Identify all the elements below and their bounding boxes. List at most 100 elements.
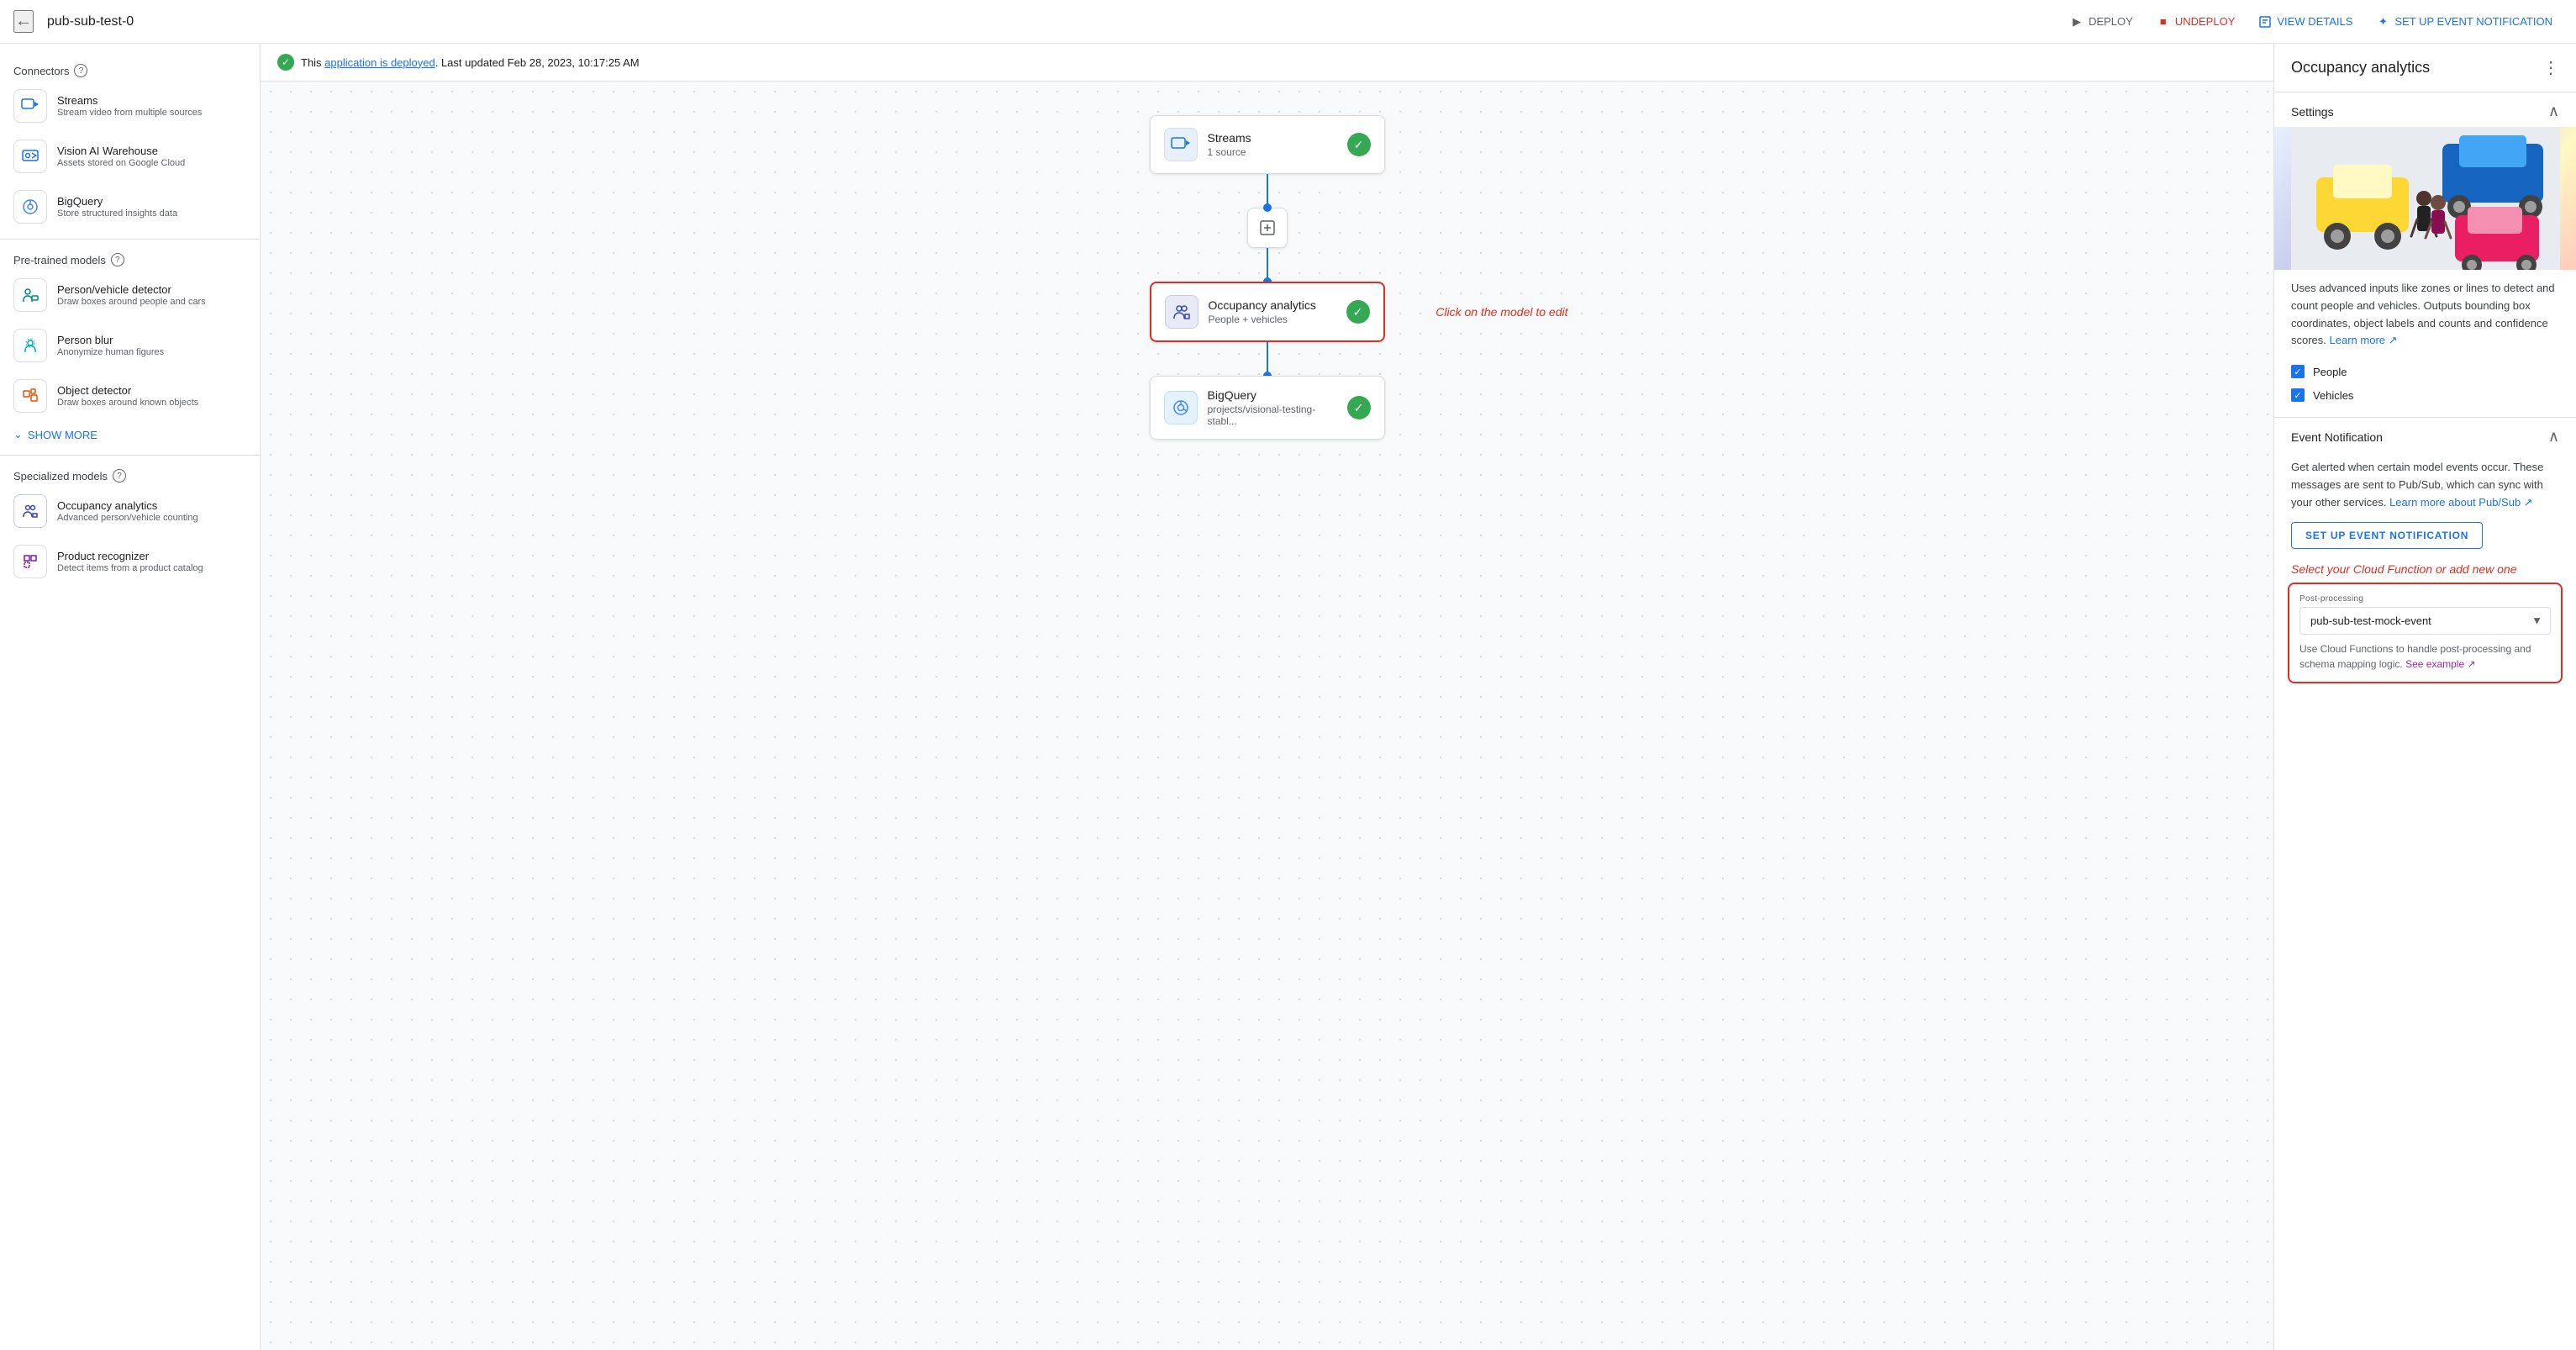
topbar: ← pub-sub-test-0 ▶ DEPLOY ■ UNDEPLOY VIE… — [0, 0, 2576, 44]
pubsub-learn-more-link[interactable]: Learn more about Pub/Sub ↗ — [2389, 496, 2533, 509]
settings-toggle-icon[interactable]: ∧ — [2548, 103, 2559, 120]
vehicles-check-icon: ✓ — [2294, 390, 2301, 401]
back-button[interactable]: ← — [13, 10, 34, 33]
people-label: People — [2313, 366, 2347, 378]
flow-middle-node[interactable] — [1247, 208, 1288, 248]
event-toggle-icon[interactable]: ∧ — [2548, 428, 2559, 446]
person-vehicle-text: Person/vehicle detector Draw boxes aroun… — [57, 283, 206, 307]
flow-bigquery-text: BigQuery projects/visional-testing-stabl… — [1208, 388, 1337, 427]
object-detector-text: Object detector Draw boxes around known … — [57, 384, 198, 408]
product-recognizer-icon — [13, 545, 47, 578]
flow-occupancy-text: Occupancy analytics People + vehicles — [1209, 298, 1336, 325]
see-example-link[interactable]: See example ↗ — [2405, 658, 2475, 670]
deploy-icon: ▶ — [2070, 15, 2083, 29]
sidebar-item-object-detector[interactable]: Object detector Draw boxes around known … — [0, 371, 260, 421]
flow-bigquery-check: ✓ — [1347, 396, 1371, 419]
application-deployed-link[interactable]: application is deployed — [324, 56, 435, 69]
right-panel-menu-icon[interactable]: ⋮ — [2542, 57, 2559, 78]
page-title: pub-sub-test-0 — [47, 14, 134, 29]
undeploy-button[interactable]: ■ UNDEPLOY — [2147, 10, 2246, 34]
flow-streams-check: ✓ — [1347, 133, 1371, 156]
vehicles-checkbox[interactable]: ✓ — [2291, 388, 2305, 402]
learn-more-link[interactable]: Learn more ↗ — [2330, 334, 2398, 346]
settings-label: Settings — [2291, 105, 2334, 119]
flow-node-streams[interactable]: Streams 1 source ✓ — [1150, 115, 1385, 174]
sidebar-item-streams[interactable]: Streams Stream video from multiple sourc… — [0, 81, 260, 131]
settings-section-header: Settings ∧ — [2274, 92, 2576, 127]
vehicles-label: Vehicles — [2313, 389, 2353, 402]
cloud-functions-desc: Use Cloud Functions to handle post-proce… — [2299, 641, 2551, 672]
sidebar-divider-2 — [0, 455, 260, 456]
status-text: This application is deployed. Last updat… — [301, 56, 640, 69]
event-notification-label: Event Notification — [2291, 430, 2383, 444]
event-description: Get alerted when certain model events oc… — [2274, 452, 2576, 521]
preview-image-inner — [2274, 127, 2576, 270]
pretrained-help-icon[interactable]: ? — [111, 253, 124, 266]
flow-occupancy-icon — [1165, 295, 1198, 329]
occupancy-text: Occupancy analytics Advanced person/vehi… — [57, 499, 198, 523]
right-panel: Occupancy analytics ⋮ Settings ∧ — [2273, 44, 2576, 1350]
flow-node-occupancy[interactable]: Occupancy analytics People + vehicles ✓ … — [1150, 282, 1385, 342]
flow-connector-1 — [1267, 174, 1268, 208]
sidebar-item-product-recognizer[interactable]: Product recognizer Detect items from a p… — [0, 536, 260, 587]
preview-image — [2274, 127, 2576, 270]
specialized-help-icon[interactable]: ? — [113, 469, 126, 483]
sidebar-item-person-blur[interactable]: Person blur Anonymize human figures — [0, 320, 260, 371]
flow-streams-text: Streams 1 source — [1208, 131, 1337, 158]
deploy-button[interactable]: ▶ DEPLOY — [2060, 10, 2143, 34]
pretrained-section-title: Pre-trained models ? — [0, 246, 260, 270]
flow-node-bigquery[interactable]: BigQuery projects/visional-testing-stabl… — [1150, 376, 1385, 440]
topbar-actions: ▶ DEPLOY ■ UNDEPLOY VIEW DETAILS ✦ SET U… — [2060, 10, 2563, 34]
connector-dot-1 — [1263, 203, 1272, 212]
connectors-section-title: Connectors ? — [0, 57, 260, 81]
object-detector-icon — [13, 379, 47, 413]
occupancy-icon — [13, 494, 47, 528]
bigquery-text: BigQuery Store structured insights data — [57, 195, 177, 219]
status-icon: ✓ — [277, 54, 294, 71]
sidebar-item-vision-warehouse[interactable]: Vision AI Warehouse Assets stored on Goo… — [0, 131, 260, 182]
post-processing-select[interactable]: pub-sub-test-mock-event — [2299, 607, 2551, 635]
person-blur-icon — [13, 329, 47, 362]
setup-event-icon: ✦ — [2376, 15, 2389, 29]
sidebar: Connectors ? Streams Stream video from m… — [0, 44, 261, 1350]
sidebar-item-person-vehicle[interactable]: Person/vehicle detector Draw boxes aroun… — [0, 270, 260, 320]
people-checkbox[interactable]: ✓ — [2291, 365, 2305, 378]
people-check-icon: ✓ — [2294, 367, 2301, 377]
vision-warehouse-text: Vision AI Warehouse Assets stored on Goo… — [57, 145, 185, 168]
flow-occupancy-check: ✓ — [1346, 300, 1370, 324]
setup-event-button-topbar[interactable]: ✦ SET UP EVENT NOTIFICATION — [2366, 10, 2563, 34]
sidebar-item-occupancy[interactable]: Occupancy analytics Advanced person/vehi… — [0, 486, 260, 536]
streams-text: Streams Stream video from multiple sourc… — [57, 94, 202, 118]
checkbox-people-row: ✓ People — [2274, 360, 2576, 383]
canvas-dot-background: Streams 1 source ✓ — [261, 82, 2273, 1347]
show-more-button[interactable]: ⌄ SHOW MORE — [0, 421, 260, 448]
person-blur-text: Person blur Anonymize human figures — [57, 334, 164, 357]
checkbox-vehicles-row: ✓ Vehicles — [2274, 383, 2576, 407]
right-panel-header: Occupancy analytics ⋮ — [2274, 44, 2576, 92]
flow-connector-2 — [1267, 248, 1268, 282]
view-details-button[interactable]: VIEW DETAILS — [2248, 10, 2363, 34]
flow-streams-icon — [1164, 128, 1198, 161]
flow-bigquery-icon — [1164, 391, 1198, 425]
status-bar: ✓ This application is deployed. Last upd… — [261, 44, 2273, 82]
undeploy-icon: ■ — [2157, 15, 2170, 29]
sidebar-divider-1 — [0, 239, 260, 240]
vision-warehouse-icon — [13, 140, 47, 173]
bigquery-icon — [13, 190, 47, 224]
flow-container: Streams 1 source ✓ — [1150, 115, 1385, 440]
post-processing-box: Post-processing pub-sub-test-mock-event … — [2288, 583, 2563, 683]
setup-event-notification-button[interactable]: SET UP EVENT NOTIFICATION — [2291, 522, 2483, 549]
main-layout: Connectors ? Streams Stream video from m… — [0, 44, 2576, 1350]
event-notification-header: Event Notification ∧ — [2274, 418, 2576, 452]
post-processing-select-wrapper: pub-sub-test-mock-event ▼ — [2299, 607, 2551, 635]
chevron-down-icon: ⌄ — [13, 428, 23, 441]
streams-icon — [13, 89, 47, 123]
flow-connector-3 — [1267, 342, 1268, 376]
sidebar-item-bigquery[interactable]: BigQuery Store structured insights data — [0, 182, 260, 232]
description-text: Uses advanced inputs like zones or lines… — [2274, 280, 2576, 360]
click-hint: Click on the model to edit — [1436, 305, 1567, 319]
post-processing-label: Post-processing — [2299, 594, 2551, 604]
person-vehicle-icon — [13, 278, 47, 312]
select-cloud-function-hint: Select your Cloud Function or add new on… — [2274, 559, 2576, 583]
connectors-help-icon[interactable]: ? — [74, 64, 87, 77]
